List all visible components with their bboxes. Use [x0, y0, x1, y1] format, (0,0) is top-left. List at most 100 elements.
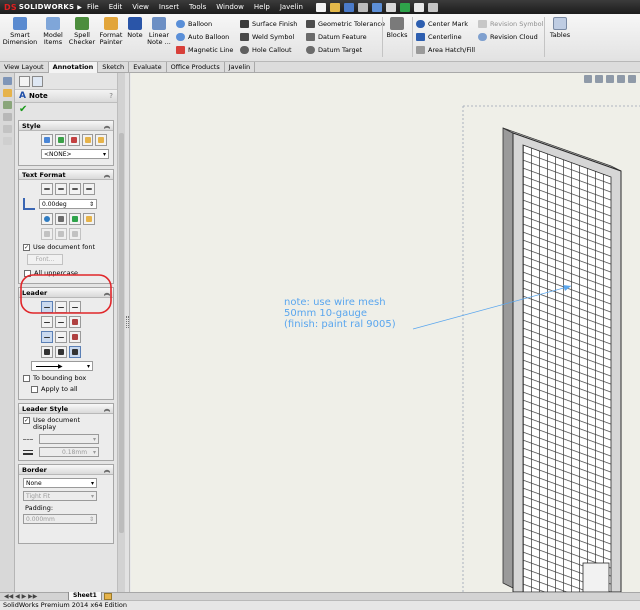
arrow-style-combo[interactable]: ▶ ▾	[31, 361, 93, 371]
border-size-combo[interactable]: Tight Fit ▾	[23, 491, 97, 501]
add-sheet-icon[interactable]	[104, 593, 112, 600]
linear-note-pattern-button[interactable]: Linear Note ...	[146, 17, 172, 46]
menu-item-window[interactable]: Window	[211, 3, 249, 11]
file-properties-icon[interactable]	[413, 2, 424, 12]
style-section-header[interactable]: Style ︽	[19, 121, 113, 131]
apply-style-icon[interactable]	[41, 134, 53, 146]
load-style-icon[interactable]	[95, 134, 107, 146]
weld-symbol-button[interactable]: Weld Symbol	[240, 31, 294, 42]
delete-style-icon[interactable]	[68, 134, 80, 146]
layers-icon[interactable]	[3, 137, 12, 145]
justify-icon[interactable]	[83, 183, 95, 195]
text-format-section-header[interactable]: Text Format ︽	[19, 170, 113, 180]
format-painter-button[interactable]: Format Painter	[98, 17, 124, 46]
use-document-display-checkbox[interactable]: ✓ Use document display	[23, 417, 109, 431]
datum-feature-button[interactable]: Datum Feature	[306, 31, 367, 42]
straight-leader-icon[interactable]	[41, 301, 53, 313]
tables-button[interactable]: Tables	[548, 17, 572, 39]
add-style-icon[interactable]	[54, 134, 67, 146]
use-document-font-checkbox[interactable]: ✓ Use document font	[23, 243, 109, 251]
drawing-canvas[interactable]: note: use wire mesh 50mm 10-gauge (finis…	[131, 73, 640, 592]
collapse-chevron-icon[interactable]: ︽	[104, 121, 110, 130]
property-tab-icon[interactable]	[19, 75, 30, 87]
tab-sketch[interactable]: Sketch	[98, 62, 130, 73]
angle-input[interactable]: 0.00deg ⇕	[39, 199, 97, 209]
save-icon[interactable]	[343, 2, 354, 12]
menu-item-file[interactable]: File	[82, 3, 104, 11]
new-document-icon[interactable]	[315, 2, 326, 12]
spell-checker-button[interactable]: Spell Checker	[68, 17, 96, 46]
rebuild-icon[interactable]	[399, 2, 410, 12]
insert-gtol-icon[interactable]	[41, 228, 53, 240]
add-symbol-icon[interactable]	[69, 213, 81, 225]
sheet-nav-arrows[interactable]: ◀◀ ◀ ▶ ▶▶	[4, 593, 37, 600]
padding-input[interactable]: 0.000mm ⇕	[23, 514, 97, 524]
collapse-chevron-icon[interactable]: ︽	[104, 170, 110, 179]
insert-surface-finish-icon[interactable]	[55, 228, 67, 240]
configuration-icon[interactable]	[3, 101, 12, 109]
help-icon[interactable]: ?	[109, 92, 113, 100]
tab-javelin[interactable]: Javelin	[225, 62, 256, 73]
property-manager-scrollbar[interactable]	[117, 73, 125, 600]
line-style-combo[interactable]: ▾	[39, 434, 99, 444]
tab-office-products[interactable]: Office Products	[167, 62, 225, 73]
collapse-chevron-icon[interactable]: ︽	[104, 465, 110, 474]
insert-datum-icon[interactable]	[69, 228, 81, 240]
attach-leader-icon[interactable]	[69, 346, 81, 358]
hole-callout-button[interactable]: Hole Callout	[240, 44, 292, 55]
align-center-icon[interactable]	[55, 183, 67, 195]
leader-right-icon[interactable]	[55, 316, 67, 328]
leader-section-header[interactable]: Leader ︽	[19, 288, 113, 298]
border-section-header[interactable]: Border ︽	[19, 465, 113, 475]
area-hatch-fill-button[interactable]: Area Hatch/Fill	[416, 44, 475, 55]
splitter-grip-icon[interactable]	[126, 316, 129, 328]
options-icon[interactable]	[427, 2, 438, 12]
property-tab-icon[interactable]	[32, 75, 43, 87]
leader-to-nearest-icon[interactable]	[55, 346, 67, 358]
save-style-icon[interactable]	[81, 134, 94, 146]
geometric-tolerance-button[interactable]: Geometric Tolerance	[306, 18, 385, 29]
auto-balloon-button[interactable]: Auto Balloon	[176, 31, 229, 42]
font-button[interactable]: Font...	[27, 254, 63, 265]
property-manager-icon[interactable]	[3, 89, 12, 97]
center-mark-button[interactable]: Center Mark	[416, 18, 468, 29]
drawing-view[interactable]	[131, 73, 640, 592]
menu-item-view[interactable]: View	[127, 3, 154, 11]
print-icon[interactable]	[357, 2, 368, 12]
leader-left-icon[interactable]	[41, 316, 53, 328]
panel-splitter[interactable]	[125, 73, 130, 600]
border-style-combo[interactable]: None ▾	[23, 478, 97, 488]
lock-note-icon[interactable]	[83, 213, 95, 225]
to-bounding-box-checkbox[interactable]: To bounding box	[23, 374, 109, 382]
menu-item-javelin[interactable]: Javelin	[275, 3, 308, 11]
magnetic-line-button[interactable]: Magnetic Line	[176, 44, 233, 55]
bent-leader-icon[interactable]	[55, 301, 67, 313]
auto-leader-icon[interactable]	[69, 331, 81, 343]
menu-item-insert[interactable]: Insert	[154, 3, 184, 11]
insert-hyperlink-icon[interactable]	[41, 213, 53, 225]
ok-checkmark-icon[interactable]: ✔	[15, 103, 117, 117]
tab-annotation[interactable]: Annotation	[48, 62, 99, 73]
underlined-leader-icon[interactable]	[69, 301, 81, 313]
line-thickness-combo[interactable]: 0.18mm ▾	[39, 447, 99, 457]
straight-leader-2-icon[interactable]	[41, 331, 53, 343]
centerline-button[interactable]: Centerline	[416, 31, 462, 42]
datum-target-button[interactable]: Datum Target	[306, 44, 362, 55]
dim-expert-icon[interactable]	[3, 113, 12, 121]
display-manager-icon[interactable]	[3, 125, 12, 133]
revision-symbol-button[interactable]: Revision Symbol	[478, 18, 543, 29]
link-to-property-icon[interactable]	[55, 213, 67, 225]
style-combo[interactable]: <NONE> ▾	[41, 149, 109, 159]
revision-cloud-button[interactable]: Revision Cloud	[478, 31, 538, 42]
model-items-button[interactable]: Model Items	[40, 17, 66, 46]
scrollbar-thumb[interactable]	[119, 133, 124, 533]
collapse-chevron-icon[interactable]: ︽	[104, 288, 110, 297]
align-left-icon[interactable]	[41, 183, 53, 195]
apply-to-all-checkbox[interactable]: Apply to all	[31, 385, 109, 393]
feature-manager-icon[interactable]	[3, 77, 12, 85]
solidworks-logo[interactable]: DS SOLIDWORKS ▶	[0, 3, 82, 12]
note-button[interactable]: Note	[126, 17, 144, 39]
menu-item-edit[interactable]: Edit	[104, 3, 128, 11]
leader-style-section-header[interactable]: Leader Style ︽	[19, 404, 113, 414]
multi-jog-leader-icon[interactable]	[41, 346, 53, 358]
